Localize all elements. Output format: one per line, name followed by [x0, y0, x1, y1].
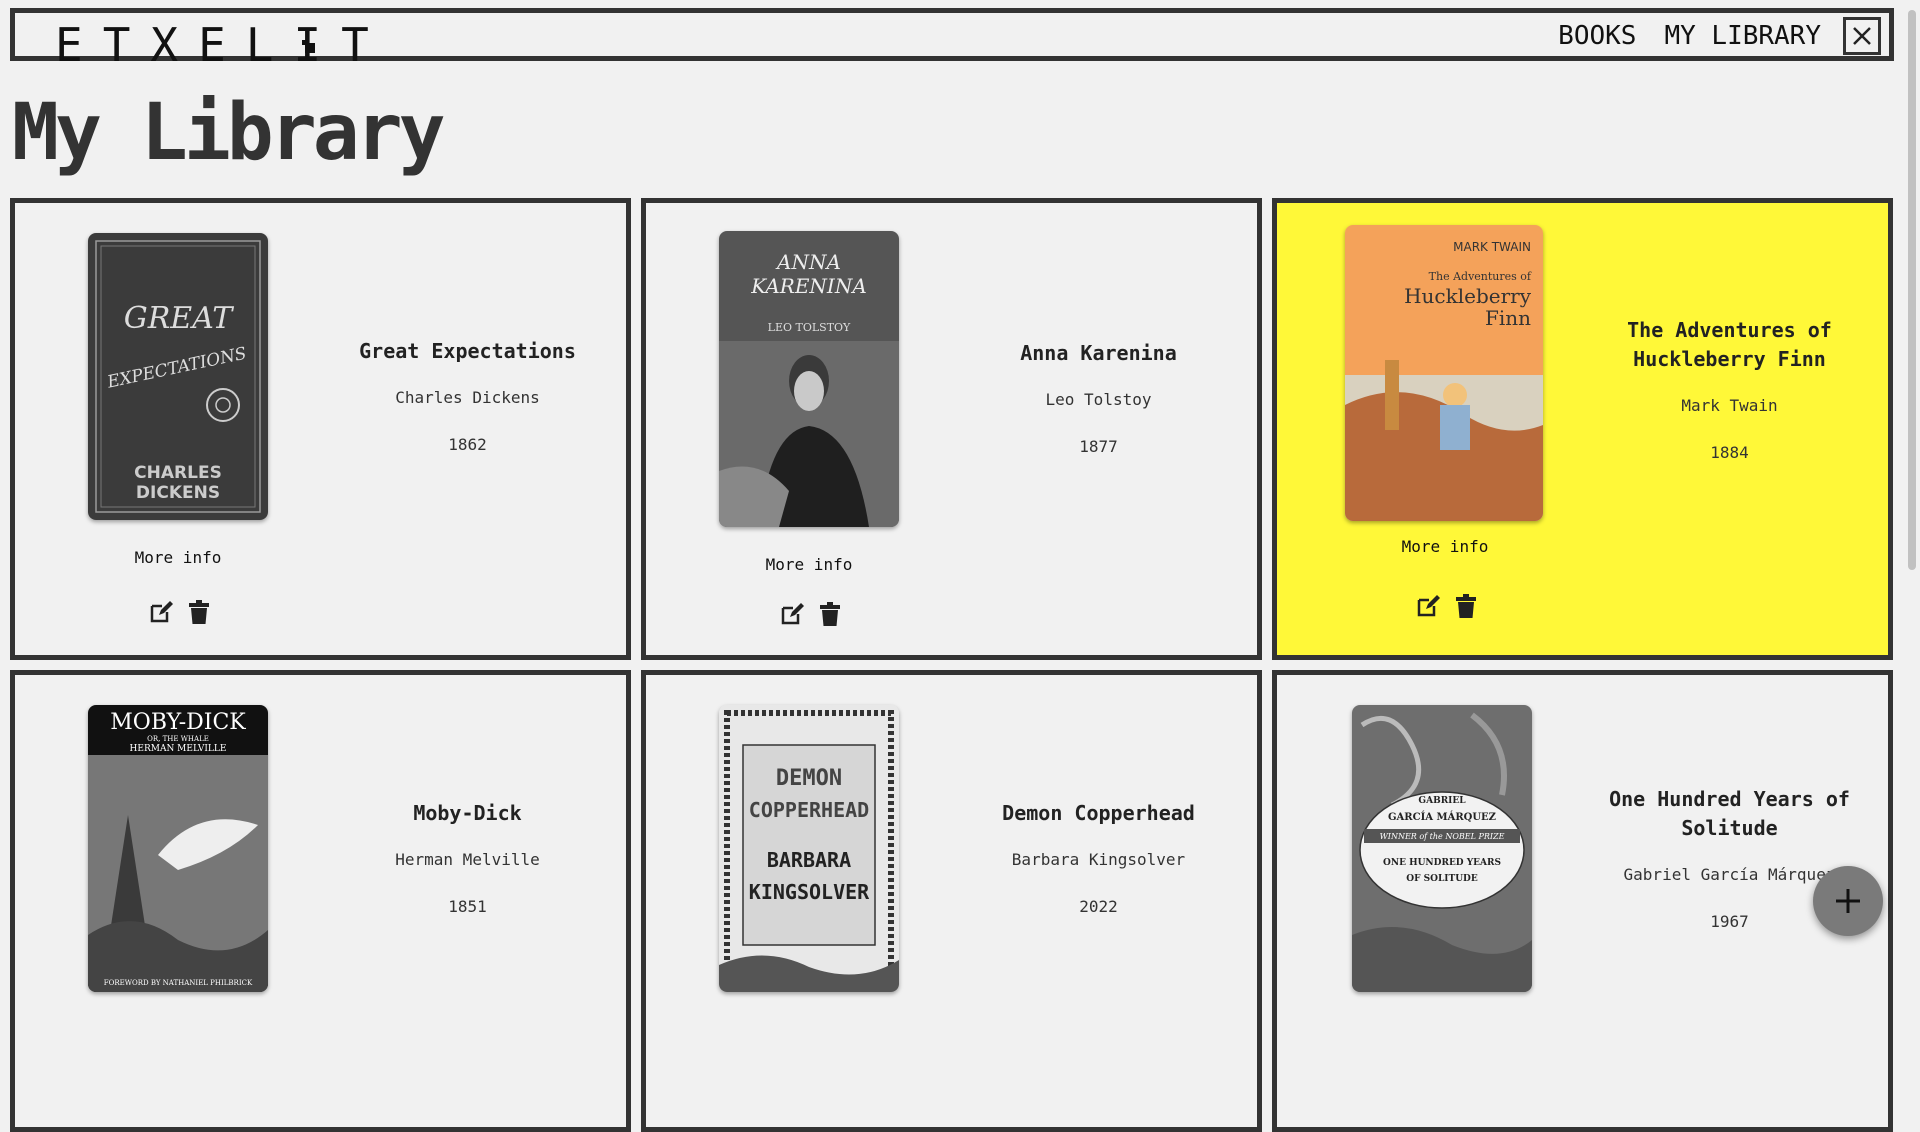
- cover-author-1: BARBARA: [767, 848, 851, 872]
- book-cover[interactable]: ANNA KARENINA LEO TOLSTOY: [719, 231, 899, 527]
- cover-art: GREAT EXPECTATIONS CHARLES DICKENS: [88, 233, 268, 520]
- book-author: Mark Twain: [1681, 396, 1778, 415]
- book-year: 1884: [1710, 443, 1749, 462]
- trash-icon[interactable]: [1453, 593, 1479, 619]
- cover-foreword: FOREWORD BY NATHANIEL PHILBRICK: [104, 979, 253, 987]
- more-info-link[interactable]: More info: [88, 548, 268, 567]
- top-nav: ETXELIT BOOKS MY LIBRARY: [10, 8, 1894, 72]
- book-title[interactable]: Anna Karenina: [966, 339, 1231, 368]
- trash-icon[interactable]: [186, 599, 212, 625]
- book-year: 2022: [1079, 897, 1118, 916]
- cover-title-1: GREAT: [124, 301, 234, 336]
- cover-subtitle: OR, THE WHALE: [147, 735, 209, 743]
- book-author: Charles Dickens: [395, 388, 540, 407]
- book-author: Leo Tolstoy: [1045, 390, 1152, 409]
- book-card: DEMON COPPERHEAD BARBARA KINGSOLVER Demo…: [641, 670, 1262, 1132]
- book-year: 1851: [448, 897, 487, 916]
- card-actions: [1415, 593, 1479, 619]
- cover-author: HERMAN MELVILLE: [130, 744, 227, 754]
- book-meta: Moby-Dick Herman Melville 1851: [335, 799, 600, 916]
- cover-author-2: DICKENS: [136, 483, 220, 503]
- book-author: Herman Melville: [395, 850, 540, 869]
- cover-title-1: ANNA: [775, 250, 841, 274]
- book-cover[interactable]: GREAT EXPECTATIONS CHARLES DICKENS: [88, 233, 268, 520]
- book-title[interactable]: The Adventures of Huckleberry Finn: [1597, 316, 1862, 374]
- book-card: GREAT EXPECTATIONS CHARLES DICKENS More …: [10, 198, 631, 660]
- edit-icon[interactable]: [148, 599, 174, 625]
- edit-icon[interactable]: [1415, 593, 1441, 619]
- edit-icon[interactable]: [779, 601, 805, 627]
- cover-art: ANNA KARENINA LEO TOLSTOY: [719, 231, 899, 527]
- book-card: MOBY-DICK OR, THE WHALE HERMAN MELVILLE …: [10, 670, 631, 1132]
- cover-title-1: ONE HUNDRED YEARS: [1383, 858, 1501, 868]
- more-info-link[interactable]: More info: [719, 555, 899, 574]
- scroll-thumb[interactable]: [1908, 10, 1916, 570]
- book-meta: The Adventures of Huckleberry Finn Mark …: [1597, 316, 1862, 462]
- book-cover[interactable]: MARK TWAIN The Adventures of Huckleberry…: [1345, 225, 1543, 521]
- cover-art: MARK TWAIN The Adventures of Huckleberry…: [1345, 225, 1543, 521]
- book-title[interactable]: Moby-Dick: [335, 799, 600, 828]
- cover-title-2: OF SOLITUDE: [1406, 874, 1478, 884]
- card-actions: [779, 601, 843, 627]
- cover-art: DEMON COPPERHEAD BARBARA KINGSOLVER: [719, 705, 899, 992]
- card-actions: [148, 599, 212, 625]
- book-title[interactable]: Demon Copperhead: [966, 799, 1231, 828]
- cover-author: MARK TWAIN: [1453, 240, 1531, 254]
- nav-my-library[interactable]: MY LIBRARY: [1664, 21, 1821, 51]
- cover-title-2: COPPERHEAD: [749, 798, 869, 822]
- more-info-link[interactable]: More info: [1355, 537, 1535, 556]
- book-title[interactable]: One Hundred Years of Solitude: [1597, 785, 1862, 843]
- book-card: ANNA KARENINA LEO TOLSTOY More info Anna…: [641, 198, 1262, 660]
- cover-title-1: The Adventures of: [1429, 270, 1532, 283]
- cover-art: MOBY-DICK OR, THE WHALE HERMAN MELVILLE …: [88, 705, 268, 992]
- book-meta: Anna Karenina Leo Tolstoy 1877: [966, 339, 1231, 456]
- cover-author-1: CHARLES: [134, 463, 222, 483]
- logo[interactable]: ETXELIT: [55, 18, 389, 72]
- book-card-selected: MARK TWAIN The Adventures of Huckleberry…: [1272, 198, 1893, 660]
- cover-title-3: Finn: [1485, 306, 1531, 330]
- cover-author-2: GARCÍA MÁRQUEZ: [1388, 811, 1496, 823]
- book-meta: Great Expectations Charles Dickens 1862: [335, 337, 600, 454]
- plus-icon: [1836, 889, 1860, 913]
- add-book-button[interactable]: [1813, 866, 1883, 936]
- cover-author: LEO TOLSTOY: [768, 321, 851, 334]
- logo-mark: [302, 40, 315, 53]
- close-icon: [1853, 27, 1871, 45]
- cover-award: WINNER of the NOBEL PRIZE: [1380, 832, 1505, 841]
- cover-art: GABRIEL GARCÍA MÁRQUEZ WINNER of the NOB…: [1352, 705, 1532, 992]
- book-year: 1877: [1079, 437, 1118, 456]
- nav-links: BOOKS MY LIBRARY: [1558, 21, 1821, 51]
- cover-title-2: Huckleberry: [1404, 284, 1532, 308]
- book-author: Barbara Kingsolver: [1011, 850, 1186, 869]
- book-cover[interactable]: GABRIEL GARCÍA MÁRQUEZ WINNER of the NOB…: [1352, 705, 1532, 992]
- cover-title: MOBY-DICK: [110, 710, 246, 735]
- nav-books[interactable]: BOOKS: [1558, 21, 1636, 51]
- cover-author-2: KINGSOLVER: [749, 880, 870, 904]
- book-card: GABRIEL GARCÍA MÁRQUEZ WINNER of the NOB…: [1272, 670, 1893, 1132]
- cover-title-2: KARENINA: [750, 274, 867, 298]
- cover-title-1: DEMON: [776, 766, 842, 791]
- book-cover[interactable]: DEMON COPPERHEAD BARBARA KINGSOLVER: [719, 705, 899, 992]
- book-cover[interactable]: MOBY-DICK OR, THE WHALE HERMAN MELVILLE …: [88, 705, 268, 992]
- page-title: My Library: [12, 88, 446, 178]
- book-meta: Demon Copperhead Barbara Kingsolver 2022: [966, 799, 1231, 916]
- trash-icon[interactable]: [817, 601, 843, 627]
- book-year: 1862: [448, 435, 487, 454]
- book-title[interactable]: Great Expectations: [335, 337, 600, 366]
- scrollbar[interactable]: [1903, 0, 1920, 957]
- cover-author-1: GABRIEL: [1418, 796, 1466, 806]
- close-button[interactable]: [1843, 17, 1881, 55]
